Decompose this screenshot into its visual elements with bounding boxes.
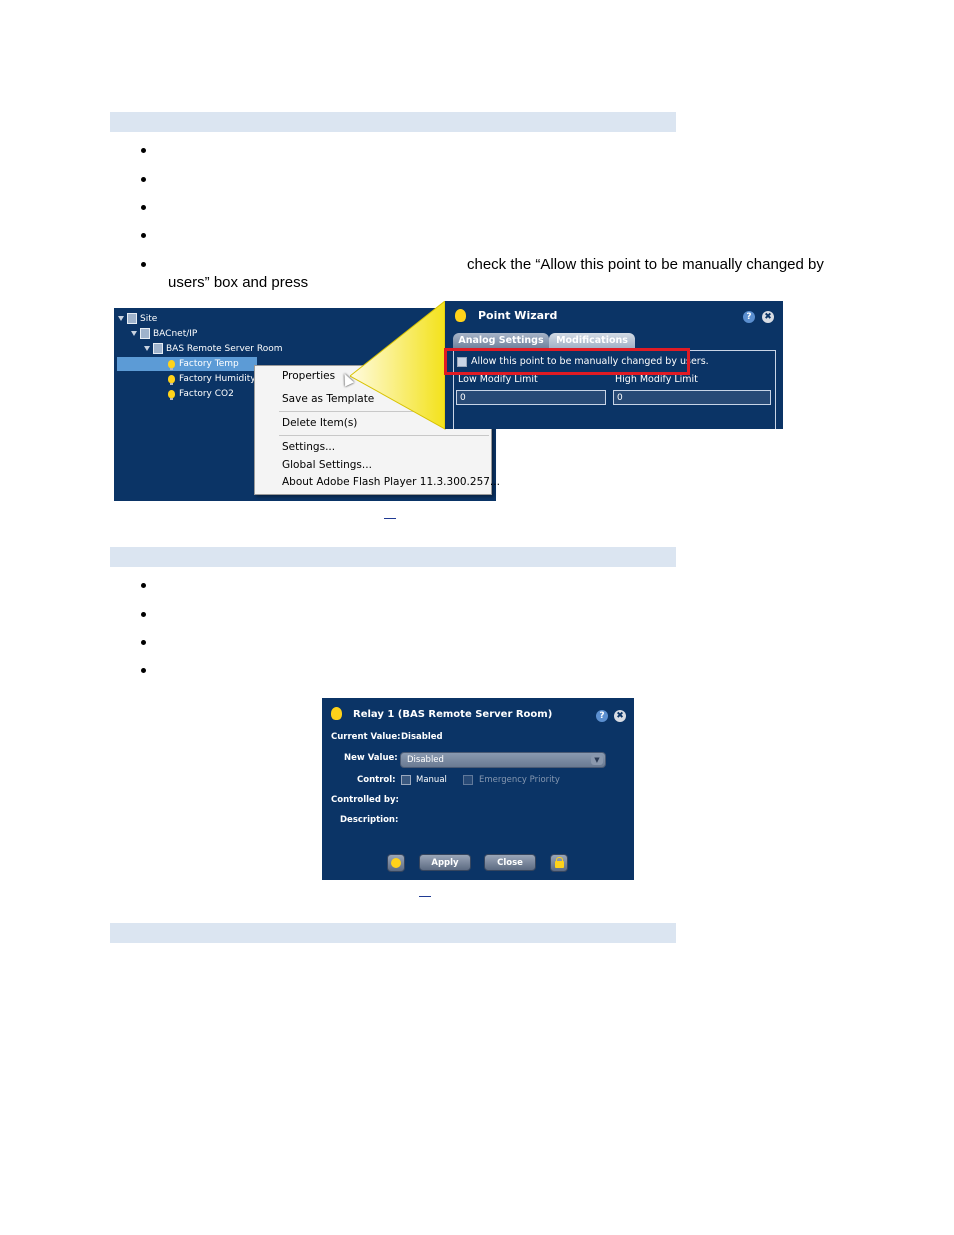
high-limit-label: High Modify Limit (615, 374, 698, 385)
caption-link-underline (419, 896, 431, 897)
bullet (140, 261, 148, 269)
current-value-label: Current Value: (331, 732, 401, 742)
highlight-box (444, 348, 690, 375)
bullet-text-line-1: check the “Allow this point to be manual… (467, 256, 824, 273)
close-icon[interactable]: ✖ (762, 311, 774, 323)
close-icon[interactable]: ✖ (614, 710, 626, 722)
site-icon (127, 313, 137, 324)
help-icon[interactable]: ? (596, 710, 608, 722)
tree-item-site[interactable]: Site (118, 312, 157, 326)
tree-item-factory-temp[interactable]: Factory Temp (168, 357, 239, 371)
help-icon[interactable]: ? (743, 311, 755, 323)
lock-shackle (556, 857, 563, 863)
high-limit-input[interactable]: 0 (613, 390, 771, 405)
lightbulb-icon (455, 309, 466, 322)
callout-wedge (350, 301, 446, 430)
tree-item-bacnet[interactable]: BACnet/IP (131, 327, 197, 341)
tab-analog-settings[interactable]: Analog Settings (453, 333, 549, 349)
bullet (140, 147, 148, 155)
lightbulb-icon (168, 359, 175, 370)
menu-item-properties[interactable]: Properties (282, 370, 335, 382)
relay-title: Relay 1 (BAS Remote Server Room) (353, 709, 553, 720)
expand-arrow-icon (118, 316, 124, 321)
menu-item-global-settings[interactable]: Global Settings... (282, 459, 372, 471)
menu-item-delete[interactable]: Delete Item(s) (282, 417, 357, 429)
refresh-icon (391, 858, 401, 868)
tree-item-server-room[interactable]: BAS Remote Server Room (144, 342, 283, 356)
low-limit-label: Low Modify Limit (458, 374, 538, 385)
bullet (140, 204, 148, 212)
tree-item-factory-co2[interactable]: Factory CO2 (168, 387, 234, 401)
bullet (140, 639, 148, 647)
new-value-select[interactable]: Disabled ▼ (400, 752, 606, 768)
emergency-priority-label: Emergency Priority (479, 775, 560, 785)
tree-item-factory-humidity[interactable]: Factory Humidity (168, 372, 256, 386)
menu-item-about-flash[interactable]: About Adobe Flash Player 11.3.300.257... (282, 476, 500, 488)
chevron-down-icon: ▼ (591, 755, 603, 765)
network-icon (140, 328, 150, 339)
low-limit-input[interactable]: 0 (456, 390, 606, 405)
wizard-title: Point Wizard (478, 309, 558, 322)
menu-item-settings[interactable]: Settings... (282, 441, 335, 453)
bullet-text-line-2: users” box and press (168, 274, 309, 291)
refresh-button[interactable] (387, 854, 405, 872)
manual-label: Manual (416, 775, 447, 785)
caption-link-underline (384, 518, 396, 519)
section-header-bar-3 (110, 923, 676, 943)
bullet (140, 176, 148, 184)
lightbulb-icon (331, 707, 342, 720)
expand-arrow-icon (144, 346, 150, 351)
section-header-bar-2 (110, 547, 676, 567)
bullet (140, 232, 148, 240)
controlled-by-label: Controlled by: (331, 795, 399, 805)
tab-modifications[interactable]: Modifications (549, 333, 635, 349)
new-value-label: New Value: (344, 753, 398, 763)
bullet (140, 611, 148, 619)
emergency-checkbox[interactable] (463, 775, 473, 785)
apply-button[interactable]: Apply (419, 854, 471, 871)
menu-separator (279, 435, 489, 436)
control-label: Control: (357, 775, 396, 785)
lock-button[interactable] (550, 854, 568, 872)
bullet (140, 667, 148, 675)
section-header-bar-1 (110, 112, 676, 132)
close-button[interactable]: Close (484, 854, 536, 871)
current-value: Disabled (401, 732, 443, 742)
device-icon (153, 343, 163, 354)
expand-arrow-icon (131, 331, 137, 336)
lightbulb-icon (168, 374, 175, 385)
lightbulb-icon (168, 389, 175, 400)
description-label: Description: (340, 815, 399, 825)
manual-checkbox[interactable] (401, 775, 411, 785)
relay-dialog: Relay 1 (BAS Remote Server Room) ? ✖ Cur… (322, 698, 634, 880)
bullet (140, 582, 148, 590)
new-value-selected: Disabled (407, 755, 444, 765)
